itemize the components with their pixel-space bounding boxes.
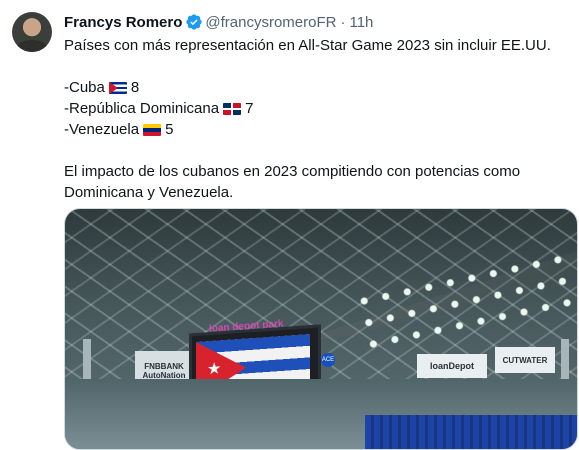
country-row-dominican-republic: -República Dominicana 7	[64, 98, 564, 119]
tweet[interactable]: Francys Romero @francysromeroFR · 11h Pa…	[0, 0, 579, 450]
author-handle[interactable]: @francysromeroFR	[205, 14, 336, 31]
country-count: 7	[245, 100, 254, 117]
tweet-line-intro: Países con más representación en All-Sta…	[64, 37, 551, 54]
tweet-media-photo[interactable]: FNBBANK AutoNation loan depot park ★ ACE…	[64, 208, 578, 450]
sign-center: loanDepot	[417, 354, 487, 378]
country-row-cuba: -Cuba 8	[64, 77, 564, 98]
author-name[interactable]: Francys Romero	[64, 14, 182, 31]
country-label: -Venezuela	[64, 121, 140, 138]
flag-cuba-icon	[108, 82, 127, 94]
tweet-line-impact-1: El impacto de los cubanos en 2023 compit…	[64, 163, 521, 180]
country-count: 5	[165, 121, 174, 138]
country-label: -Cuba	[64, 79, 105, 96]
verified-badge-icon	[186, 14, 203, 30]
flag-venezuela-icon	[143, 124, 162, 136]
tweet-text: Países con más representación en All-Sta…	[64, 35, 564, 203]
country-label: -República Dominicana	[64, 100, 220, 117]
sign-right: CUTWATER	[495, 347, 555, 373]
country-row-venezuela: -Venezuela 5	[64, 119, 564, 140]
avatar[interactable]	[12, 12, 52, 52]
timestamp[interactable]: 11h	[349, 14, 373, 31]
tweet-header: Francys Romero @francysromeroFR · 11h	[64, 12, 373, 32]
ace-badge: ACE	[321, 353, 335, 367]
country-count: 8	[130, 79, 140, 96]
stadium-seats	[365, 415, 577, 449]
flag-dominican-republic-icon	[223, 103, 242, 115]
tweet-line-impact-2: Dominicana y Venezuela.	[64, 184, 234, 201]
separator-dot: ·	[340, 13, 346, 31]
